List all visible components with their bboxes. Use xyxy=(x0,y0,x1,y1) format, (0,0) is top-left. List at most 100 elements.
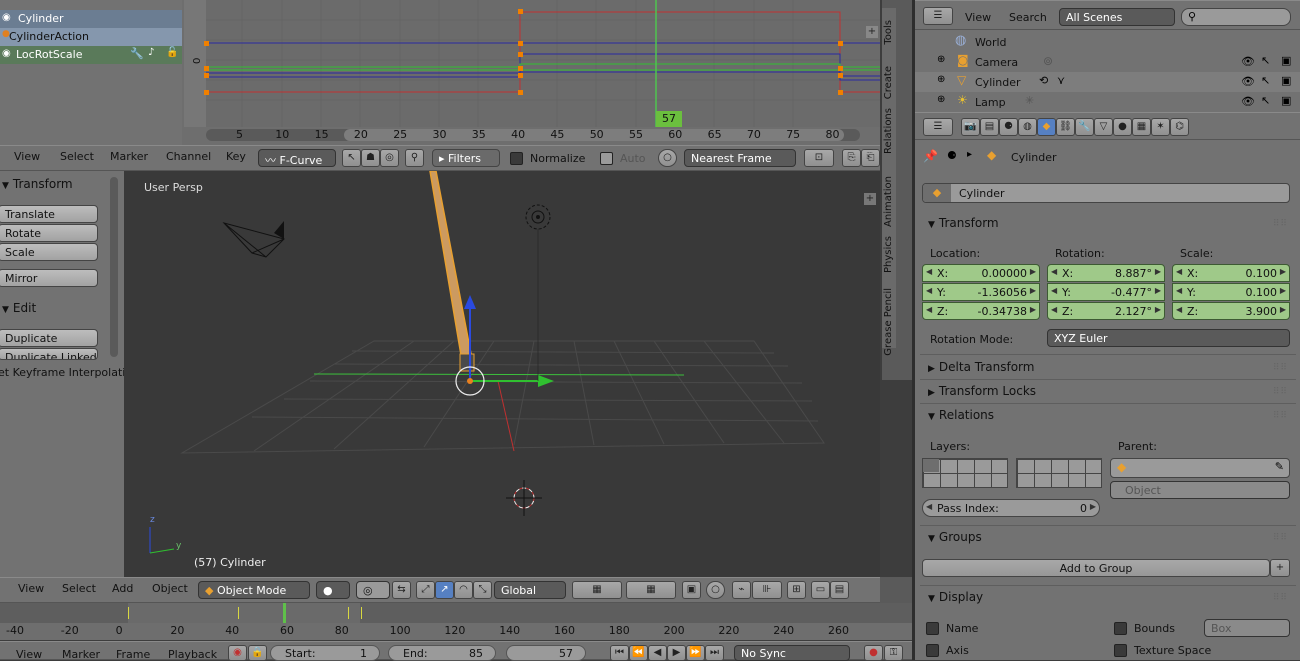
layer-grid-2[interactable] xyxy=(1016,458,1102,488)
next-key-icon[interactable]: ⏩ xyxy=(686,645,705,661)
side-tab[interactable]: Relations xyxy=(883,108,894,154)
prev-key-icon[interactable]: ⏪ xyxy=(629,645,648,661)
menu-view[interactable]: View xyxy=(14,150,40,163)
opengl-anim-icon[interactable]: ▤ xyxy=(830,581,849,599)
side-tab[interactable]: Physics xyxy=(883,236,894,273)
mirror-button[interactable]: Mirror xyxy=(0,269,98,287)
rotate-manip-icon[interactable]: ◠ xyxy=(454,581,473,599)
menu-view[interactable]: View xyxy=(965,11,991,24)
expand-icon[interactable]: ⊕ xyxy=(937,74,945,85)
scale-manip-icon[interactable]: ⤡ xyxy=(473,581,492,599)
rotation-mode-select[interactable]: XYZ Euler xyxy=(1047,329,1290,347)
channel-cylinder[interactable]: ◉ Cylinder xyxy=(0,10,182,28)
snap-select[interactable]: Nearest Frame xyxy=(684,149,796,167)
data-tab-icon[interactable]: ▽ xyxy=(1094,118,1113,136)
render-layer-icon[interactable]: ▣ xyxy=(682,581,701,599)
axis-checkbox[interactable] xyxy=(926,644,939,657)
render-icon[interactable]: ▣ xyxy=(1281,94,1291,107)
side-tab[interactable]: Tools xyxy=(883,20,894,45)
ghost-icon[interactable]: ☗ xyxy=(361,149,380,167)
graph-area[interactable]: 0 57 + xyxy=(184,0,880,128)
timeline-area[interactable] xyxy=(0,603,912,623)
outliner-item-lamp[interactable]: ⊕ ☀ Lamp ✳ 👁 ↖ ▣ xyxy=(915,92,1300,112)
delta-transform-panel-header[interactable]: ▶ Delta Transform xyxy=(928,360,1034,374)
side-tab[interactable]: Grease Pencil xyxy=(883,288,894,356)
scale-y-field[interactable]: ◀ Y: 0.100 ▶ xyxy=(1172,283,1290,301)
transform-panel-header[interactable]: ▼ Transform xyxy=(0,175,108,193)
mode-select[interactable]: ◆ Object Mode xyxy=(198,581,310,599)
channel-action[interactable]: ● CylinderAction xyxy=(0,28,182,46)
play-icon[interactable]: ▶ xyxy=(667,645,686,661)
channel-locrotscale[interactable]: ◉ LocRotScale 🔧 ♪ 🔓 xyxy=(0,46,182,64)
move-manip-icon[interactable]: ↗ xyxy=(435,581,454,599)
render-icon[interactable]: ▣ xyxy=(1281,54,1291,67)
orientation-select[interactable]: Global xyxy=(494,581,566,599)
current-frame-badge[interactable]: 57 xyxy=(656,111,682,127)
select-arrow-icon[interactable]: ↖ xyxy=(1261,54,1270,67)
transform-panel-header[interactable]: ▼ Transform xyxy=(928,216,999,230)
menu-object[interactable]: Object xyxy=(152,582,188,595)
menu-add[interactable]: Add xyxy=(112,582,133,595)
menu-select[interactable]: Select xyxy=(60,150,94,163)
grip-icon[interactable]: ⠿⠿ xyxy=(1273,411,1288,421)
snap-element-icon[interactable]: ⊪ xyxy=(752,581,782,599)
sync-select[interactable]: No Sync xyxy=(734,645,850,661)
grip-icon[interactable]: ⠿⠿ xyxy=(1273,593,1288,603)
menu-playback[interactable]: Playback xyxy=(168,648,217,661)
scale-button[interactable]: Scale xyxy=(0,243,98,261)
copy-keys-icon[interactable]: ⎘ xyxy=(842,149,861,167)
groups-panel-header[interactable]: ▼ Groups xyxy=(928,530,982,544)
menu-select[interactable]: Select xyxy=(62,582,96,595)
particles-tab-icon[interactable]: ✶ xyxy=(1151,118,1170,136)
location-y-field[interactable]: ◀ Y: -1.36056 ▶ xyxy=(922,283,1040,301)
lock-icon[interactable]: 🔓 xyxy=(166,47,178,58)
physics-tab-icon[interactable]: ⌬ xyxy=(1170,118,1189,136)
translate-button[interactable]: Translate xyxy=(0,205,98,223)
editor-type-icon[interactable]: ☰ xyxy=(923,7,953,25)
eye-icon[interactable]: 👁 xyxy=(1241,55,1255,68)
object-name-field[interactable]: ◆ Cylinder xyxy=(922,183,1290,203)
start-field[interactable]: Start: 1 xyxy=(270,645,380,661)
pin-icon[interactable]: 📌 xyxy=(923,149,938,163)
grip-icon[interactable]: ⠿⠿ xyxy=(1273,387,1288,397)
grip-icon[interactable]: ⠿⠿ xyxy=(1273,533,1288,543)
eye-icon[interactable]: ◉ xyxy=(2,48,11,59)
snap-target-icon[interactable]: ⊞ xyxy=(787,581,806,599)
menu-channel[interactable]: Channel xyxy=(166,150,211,163)
render-layers-tab-icon[interactable]: ▤ xyxy=(980,118,999,136)
parent-field[interactable]: ◆ ✎ xyxy=(1110,458,1290,478)
end-field[interactable]: End: 85 xyxy=(388,645,496,661)
scene-select[interactable]: All Scenes xyxy=(1059,8,1175,26)
add-to-group-button[interactable]: Add to Group xyxy=(922,559,1270,577)
viewport-3d[interactable]: User Persp z y (57) Cylinder + xyxy=(124,171,880,577)
jump-start-icon[interactable]: ⏮ xyxy=(610,645,629,661)
pivot-select[interactable]: ◎ xyxy=(356,581,390,599)
modifiers-tab-icon[interactable]: 🔧 xyxy=(1075,118,1094,136)
outliner-item-world[interactable]: ◍ World xyxy=(915,32,1300,52)
layers-icon[interactable]: ▦ xyxy=(572,581,622,599)
eye-icon[interactable]: ◉ xyxy=(2,12,11,23)
eye-icon[interactable]: 👁 xyxy=(1241,95,1255,108)
select-arrow-icon[interactable]: ↖ xyxy=(1261,74,1270,87)
playhead[interactable] xyxy=(283,603,286,623)
display-panel-header[interactable]: ▼ Display xyxy=(928,590,983,604)
paste-keys-icon[interactable]: ⎗ xyxy=(861,149,880,167)
scale-x-field[interactable]: ◀ X: 0.100 ▶ xyxy=(1172,264,1290,282)
outliner-item-camera[interactable]: ⊕ ◙ Camera ⊚ 👁 ↖ ▣ xyxy=(915,52,1300,72)
expand-icon[interactable]: ⊕ xyxy=(937,54,945,65)
speaker-icon[interactable]: ♪ xyxy=(148,47,154,58)
select-arrow-icon[interactable]: ↖ xyxy=(1261,94,1270,107)
expand-icon[interactable]: ⊕ xyxy=(937,94,945,105)
filters-button[interactable]: ▸ Filters xyxy=(432,149,500,167)
shading-select[interactable]: ● xyxy=(316,581,350,599)
texture-space-checkbox[interactable] xyxy=(1114,644,1127,657)
menu-marker[interactable]: Marker xyxy=(62,648,100,661)
active-layer[interactable] xyxy=(923,459,939,472)
eye-icon[interactable]: 👁 xyxy=(1241,75,1255,88)
manipulator-icon[interactable]: ⇆ xyxy=(392,581,411,599)
location-x-field[interactable]: ◀ X: 0.00000 ▶ xyxy=(922,264,1040,282)
graph-mode-select[interactable]: 〰 F-Curve xyxy=(258,149,336,167)
auto-checkbox[interactable] xyxy=(600,152,613,165)
duplicate-button[interactable]: Duplicate xyxy=(0,329,98,347)
outliner-item-cylinder[interactable]: ⊕ ▽ Cylinder ⟲ ⋎ 👁 ↖ ▣ xyxy=(915,72,1300,92)
